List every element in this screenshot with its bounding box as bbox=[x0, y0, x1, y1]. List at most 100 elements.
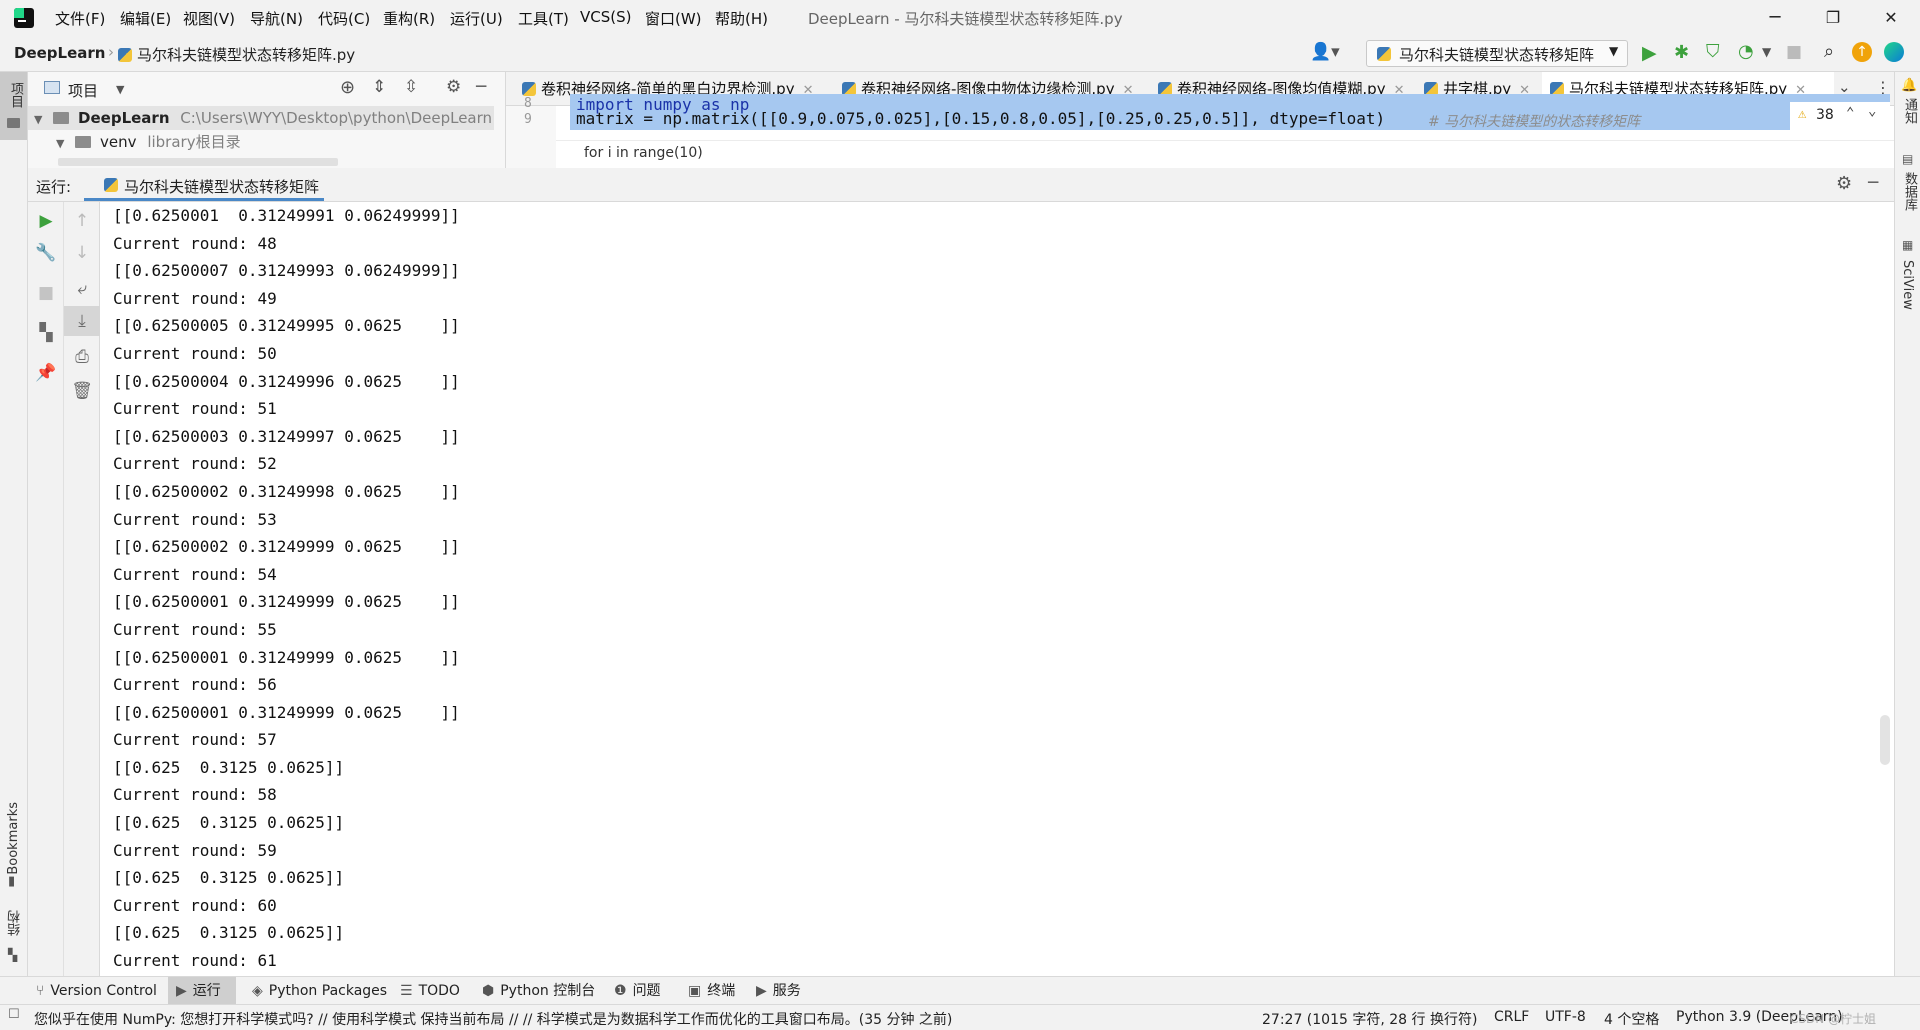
caret-position[interactable]: 27:27 (1015 字符, 28 行 换行符) bbox=[1262, 1009, 1477, 1029]
bottom-tab[interactable]: ▣ 终端 bbox=[680, 977, 740, 1005]
gear-icon[interactable]: ⚙ bbox=[1836, 173, 1852, 194]
run-tab[interactable]: 马尔科夫链模型状态转移矩阵 ✕ bbox=[84, 168, 324, 201]
status-message[interactable]: 您似乎在使用 NumPy: 您想打开科学模式吗? // 使用科学模式 保持当前布… bbox=[34, 1009, 952, 1029]
gear-icon[interactable]: ⚙ bbox=[446, 77, 461, 97]
chevron-up-icon[interactable]: ⌃ bbox=[1846, 105, 1854, 121]
run-toolbar-primary: ▶ 🔧 ■ ▚ 📌 bbox=[28, 202, 64, 976]
menu-item[interactable]: 工具(T) bbox=[518, 8, 569, 29]
collapse-all-icon[interactable]: ⇳ bbox=[404, 77, 418, 97]
code-breadcrumb[interactable]: for i in range(10) bbox=[584, 145, 703, 161]
message-icon[interactable]: ☐ bbox=[8, 1007, 20, 1022]
console-line: [[0.62500002 0.31249999 0.0625 ]] bbox=[113, 537, 460, 557]
tree-row-venv[interactable]: ▼ venv library根目录 bbox=[28, 130, 241, 154]
bottom-tab[interactable]: ⑂ Version Control bbox=[28, 977, 158, 1005]
menu-item[interactable]: 导航(N) bbox=[250, 8, 303, 29]
hide-icon[interactable]: ─ bbox=[476, 77, 486, 97]
menu-item[interactable]: 窗口(W) bbox=[645, 8, 702, 29]
run-icon: ▶ bbox=[176, 983, 187, 999]
soft-wrap-icon[interactable]: ⤶ bbox=[64, 274, 100, 304]
notifications-tool-button[interactable]: 🔔 通知 bbox=[1895, 78, 1920, 138]
rerun-icon[interactable]: ▶ bbox=[28, 206, 64, 236]
tree-row-root[interactable]: ▼ DeepLearn C:\Users\WYY\Desktop\python\… bbox=[28, 106, 494, 130]
bottom-tool-tabs: ⑂ Version Control ▶ 运行 ◈ Python Packages ☰ TODO… bbox=[0, 976, 1920, 1005]
menu-item[interactable]: 运行(U) bbox=[450, 8, 503, 29]
bottom-tab[interactable]: ☰ TODO bbox=[392, 977, 466, 1005]
arrow-up-icon[interactable]: ↑ bbox=[64, 206, 100, 236]
arrow-down-icon[interactable]: ↓ bbox=[64, 238, 100, 268]
menu-item[interactable]: 编辑(E) bbox=[120, 8, 171, 29]
structure-tool-button[interactable]: 结构 ▚ bbox=[0, 910, 27, 970]
indent-setting[interactable]: 4 个空格 bbox=[1604, 1009, 1659, 1029]
user-icon[interactable]: 👤▾ bbox=[1310, 42, 1340, 62]
hide-icon[interactable]: ─ bbox=[1868, 173, 1878, 193]
run-tab-label: 马尔科夫链模型状态转移矩阵 bbox=[124, 178, 320, 196]
breadcrumb-file[interactable]: 马尔科夫链模型状态转移矩阵.py bbox=[118, 44, 355, 65]
menu-item[interactable]: 视图(V) bbox=[183, 8, 235, 29]
database-tool-button[interactable]: ▤ 数据库 bbox=[1895, 152, 1920, 232]
menu-item[interactable]: 代码(C) bbox=[318, 8, 370, 29]
console-line: [[0.625 0.3125 0.0625]] bbox=[113, 757, 345, 777]
console-line: Current round: 55 bbox=[113, 619, 277, 639]
chevron-right-icon: › bbox=[108, 43, 114, 61]
console-line: [[0.62500002 0.31249998 0.0625 ]] bbox=[113, 481, 460, 501]
python-file-icon bbox=[522, 82, 536, 96]
menu-item[interactable]: 文件(F) bbox=[55, 8, 105, 29]
layout-icon[interactable]: ▚ bbox=[28, 318, 64, 348]
trash-icon[interactable]: 🗑 bbox=[64, 376, 100, 406]
bottom-tab[interactable]: ▶ 服务 bbox=[748, 977, 810, 1005]
breadcrumb-file-label: 马尔科夫链模型状态转移矩阵.py bbox=[137, 46, 356, 64]
project-root-name: DeepLearn bbox=[78, 109, 170, 127]
vertical-scrollbar[interactable] bbox=[1880, 715, 1890, 765]
print-icon[interactable]: ⎙ bbox=[64, 342, 100, 372]
line-separator[interactable]: CRLF bbox=[1494, 1009, 1529, 1025]
jetbrains-toolbox-icon[interactable] bbox=[1884, 42, 1904, 62]
debug-icon[interactable]: ✱ bbox=[1674, 42, 1689, 63]
run-icon[interactable]: ▶ bbox=[1642, 42, 1657, 64]
chevron-down-icon[interactable]: ▼ bbox=[116, 83, 124, 96]
console-line: Current round: 61 bbox=[113, 951, 277, 971]
update-icon[interactable]: ↑ bbox=[1852, 42, 1872, 62]
wrench-icon[interactable]: 🔧 bbox=[28, 238, 64, 268]
restore-button[interactable]: ❐ bbox=[1810, 4, 1856, 32]
bottom-tab[interactable]: ⬢ Python 控制台 bbox=[474, 977, 600, 1005]
menu-item[interactable]: VCS(S) bbox=[580, 8, 631, 26]
code-area[interactable]: 8 9 import numpy as np matrix = np.matri… bbox=[506, 94, 1894, 168]
file-encoding[interactable]: UTF-8 bbox=[1545, 1009, 1586, 1025]
project-tool-button[interactable]: 项目 bbox=[0, 72, 27, 140]
project-panel-title[interactable]: 项目 bbox=[68, 80, 98, 101]
console-output[interactable]: [[0.6250001 0.31249991 0.06249999]] Curre… bbox=[100, 202, 1894, 976]
run-config-selector[interactable]: 马尔科夫链模型状态转移矩阵 ▼ bbox=[1366, 40, 1628, 67]
pin-icon[interactable]: 📌 bbox=[28, 358, 64, 388]
close-icon[interactable]: ✕ bbox=[306, 177, 317, 192]
console-line: [[0.62500001 0.31249999 0.0625 ]] bbox=[113, 647, 460, 667]
sciview-tool-button[interactable]: ▦ SciView bbox=[1895, 238, 1920, 348]
more-run-chevron-icon[interactable]: ▼ bbox=[1762, 45, 1771, 59]
folder-icon bbox=[7, 118, 20, 128]
bottom-tab-label: Python Packages bbox=[268, 983, 388, 999]
chevron-down-icon[interactable]: ⌄ bbox=[1868, 103, 1876, 119]
inspection-widget[interactable]: ⚠ 38 ⌃ ⌄ bbox=[1790, 102, 1890, 130]
stop-icon[interactable]: ■ bbox=[1786, 42, 1802, 62]
structure-label: 结构 bbox=[8, 910, 23, 936]
expand-all-icon[interactable]: ⇕ bbox=[372, 77, 386, 97]
breadcrumb-project[interactable]: DeepLearn bbox=[14, 44, 105, 62]
close-window-button[interactable]: ✕ bbox=[1868, 4, 1914, 32]
minimize-button[interactable]: ─ bbox=[1752, 4, 1798, 32]
coverage-icon[interactable]: ⛉ bbox=[1706, 41, 1720, 62]
chevron-down-icon: ▼ bbox=[56, 137, 65, 150]
bottom-tab[interactable]: ❶ 问题 bbox=[606, 977, 672, 1005]
database-label: 数据库 bbox=[1902, 172, 1917, 211]
bookmarks-tool-button[interactable]: Bookmarks ▮ bbox=[0, 802, 27, 892]
bottom-tab[interactable]: ◈ Python Packages bbox=[244, 977, 388, 1005]
horizontal-scrollbar[interactable] bbox=[58, 158, 338, 166]
scroll-to-end-icon[interactable]: ⤓ bbox=[64, 306, 100, 336]
console-line: [[0.62500001 0.31249999 0.0625 ]] bbox=[113, 592, 460, 612]
locate-icon[interactable]: ⊕ bbox=[340, 77, 355, 98]
profile-icon[interactable]: ◔ bbox=[1738, 41, 1754, 62]
search-icon[interactable]: ⌕ bbox=[1824, 41, 1834, 62]
bottom-tab[interactable]: ▶ 运行 bbox=[168, 977, 236, 1005]
console-line: Current round: 59 bbox=[113, 840, 277, 860]
stop-icon[interactable]: ■ bbox=[28, 278, 64, 308]
menu-item[interactable]: 帮助(H) bbox=[715, 8, 768, 29]
menu-item[interactable]: 重构(R) bbox=[383, 8, 435, 29]
